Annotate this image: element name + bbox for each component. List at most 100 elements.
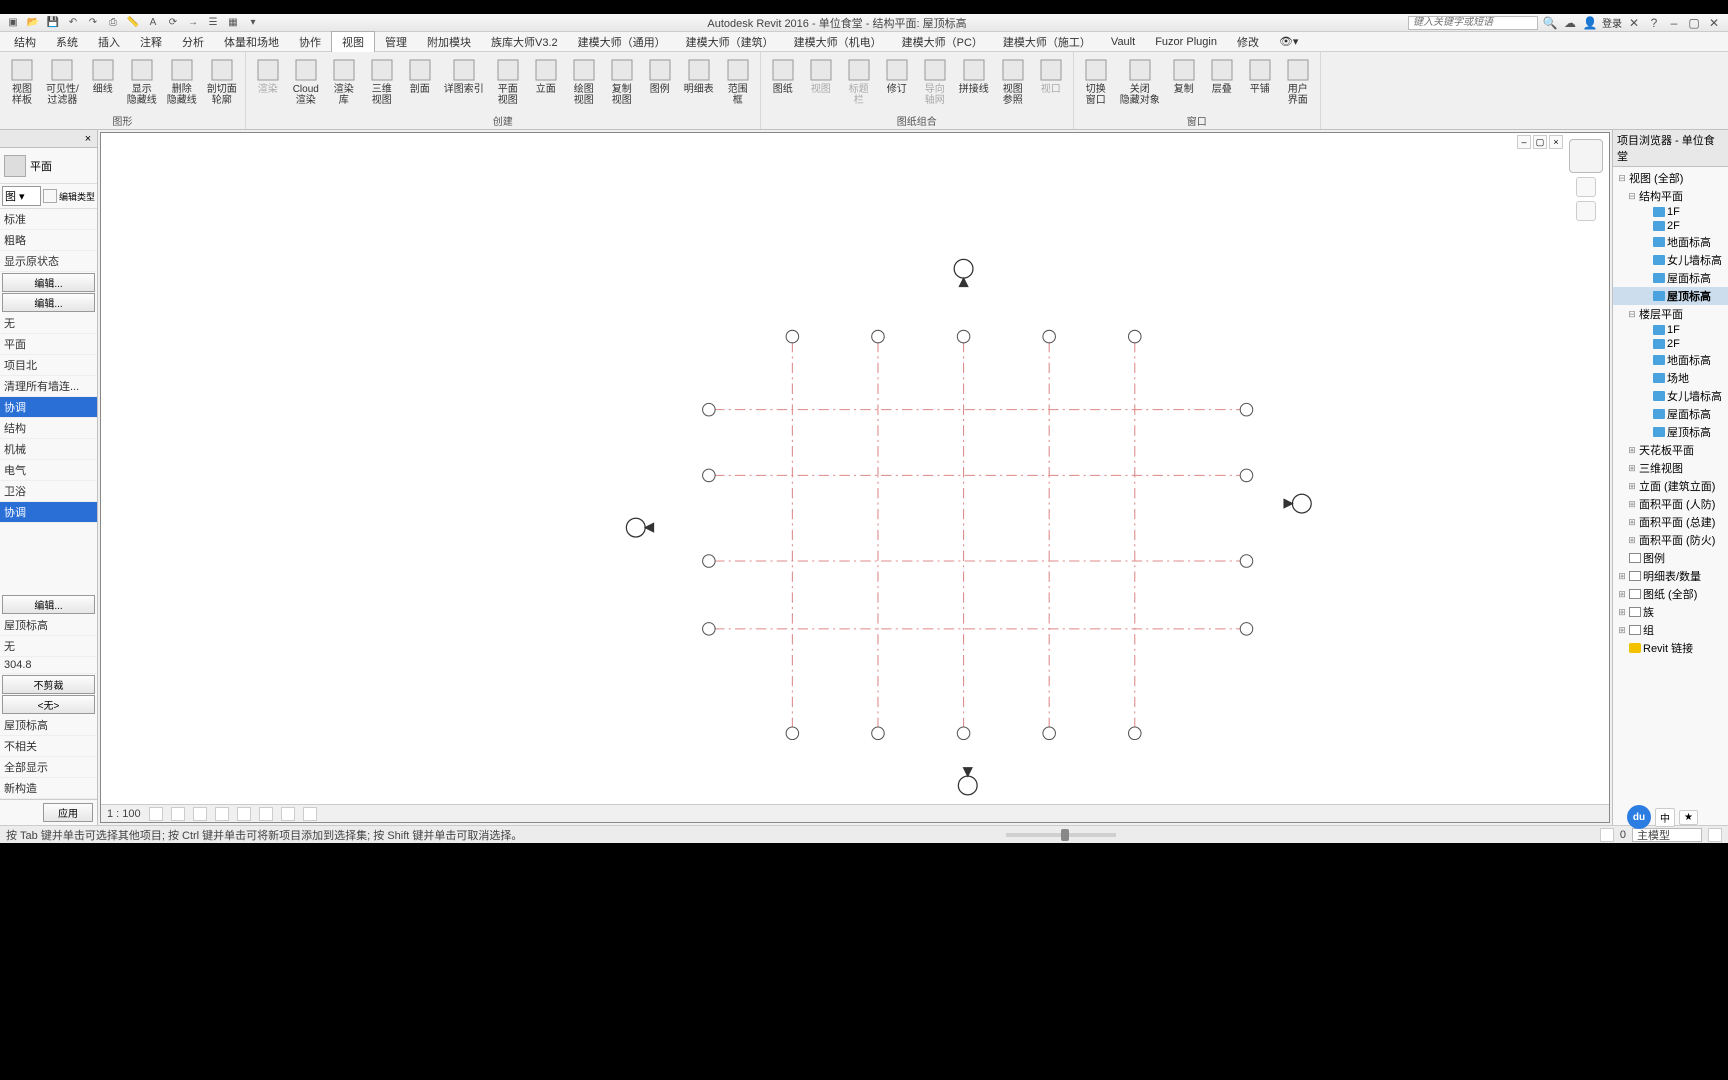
tab-6[interactable]: 协作 xyxy=(289,32,331,52)
tree-node[interactable]: 图例 xyxy=(1613,549,1728,567)
ribbon-btn[interactable]: 标题栏 xyxy=(841,54,877,108)
ribbon-btn[interactable]: 图例 xyxy=(642,54,678,97)
ribbon-btn[interactable]: 立面 xyxy=(528,54,564,97)
tab-18[interactable]: 修改 xyxy=(1227,32,1269,52)
arrow-icon[interactable]: → xyxy=(184,15,202,31)
tree-node[interactable]: 地面标高 xyxy=(1613,233,1728,251)
apply-button[interactable]: 应用 xyxy=(43,803,93,822)
all-show-row[interactable]: 全部显示 xyxy=(0,757,97,778)
list-icon[interactable]: ☰ xyxy=(204,15,222,31)
view-scale[interactable]: 1 : 100 xyxy=(107,808,141,820)
tab-15[interactable]: 建模大师（施工） xyxy=(993,32,1101,52)
tab-12[interactable]: 建模大师（建筑） xyxy=(676,32,784,52)
print-icon[interactable]: ⎙ xyxy=(104,15,122,31)
tree-node[interactable]: ⊞面积平面 (人防) xyxy=(1613,495,1728,513)
tab-8[interactable]: 管理 xyxy=(375,32,417,52)
tab-7[interactable]: 视图 xyxy=(331,31,375,53)
hide-icon[interactable] xyxy=(281,807,295,821)
property-row[interactable]: 304.8 xyxy=(0,657,97,674)
tab-16[interactable]: Vault xyxy=(1101,34,1145,50)
ribbon-btn[interactable]: 渲染库 xyxy=(326,54,362,108)
reveal-icon[interactable] xyxy=(303,807,317,821)
ribbon-btn[interactable]: 复制 xyxy=(1166,54,1202,97)
cloud-icon[interactable]: ☁ xyxy=(1562,15,1578,31)
ribbon-btn[interactable]: 细线 xyxy=(85,54,121,97)
property-row[interactable]: <无> xyxy=(2,695,95,714)
undo-icon[interactable]: ↶ xyxy=(64,15,82,31)
property-row[interactable]: 机械 xyxy=(0,439,97,460)
ribbon-btn[interactable]: 视图参照 xyxy=(995,54,1031,108)
ribbon-btn[interactable]: 绘图视图 xyxy=(566,54,602,108)
tree-node[interactable]: 场地 xyxy=(1613,369,1728,387)
ribbon-btn[interactable]: 三维视图 xyxy=(364,54,400,108)
tree-node[interactable]: Revit 链接 xyxy=(1613,639,1728,657)
property-row[interactable]: 电气 xyxy=(0,460,97,481)
ribbon-btn[interactable]: 切换窗口 xyxy=(1078,54,1114,108)
tree-node[interactable]: 屋顶标高 xyxy=(1613,423,1728,441)
ribbon-btn[interactable]: 图纸 xyxy=(765,54,801,97)
crop-region-icon[interactable] xyxy=(259,807,273,821)
property-row[interactable]: 标准 xyxy=(0,209,97,230)
ribbon-btn[interactable]: 复制视图 xyxy=(604,54,640,108)
tree-node[interactable]: ⊞天花板平面 xyxy=(1613,441,1728,459)
edit-type-icon[interactable] xyxy=(43,189,57,203)
tab-13[interactable]: 建模大师（机电） xyxy=(784,32,892,52)
design-option-dropdown[interactable]: 主模型 xyxy=(1632,828,1702,842)
sync-icon[interactable]: ⟳ xyxy=(164,15,182,31)
ribbon-btn[interactable]: 修订 xyxy=(879,54,915,97)
sun-path-icon[interactable] xyxy=(193,807,207,821)
property-row[interactable]: 无 xyxy=(0,636,97,657)
tree-node[interactable]: 屋面标高 xyxy=(1613,405,1728,423)
property-row[interactable]: 屋顶标高 xyxy=(0,715,97,736)
ribbon-btn[interactable]: 层叠 xyxy=(1204,54,1240,97)
crop-icon[interactable] xyxy=(237,807,251,821)
ribbon-btn[interactable]: 删除隐藏线 xyxy=(163,54,201,108)
ribbon-btn[interactable]: 剖面 xyxy=(402,54,438,97)
tree-node[interactable]: ⊞族 xyxy=(1613,603,1728,621)
ribbon-btn[interactable]: Cloud渲染 xyxy=(288,54,324,108)
property-row[interactable]: 平面 xyxy=(0,334,97,355)
ribbon-btn[interactable]: 显示隐藏线 xyxy=(123,54,161,108)
property-row[interactable]: 结构 xyxy=(0,418,97,439)
ime-lang[interactable]: 中 xyxy=(1655,808,1675,827)
property-row[interactable]: 无 xyxy=(0,313,97,334)
ribbon-btn[interactable]: 视图样板 xyxy=(4,54,40,108)
tab-14[interactable]: 建模大师（PC） xyxy=(892,32,993,52)
ribbon-btn[interactable]: 平面视图 xyxy=(490,54,526,108)
tree-node[interactable]: ⊟视图 (全部) xyxy=(1613,169,1728,187)
filter-icon[interactable] xyxy=(1708,828,1722,842)
tree-node[interactable]: 1F xyxy=(1613,323,1728,337)
tab-4[interactable]: 分析 xyxy=(172,32,214,52)
measure-icon[interactable]: 📏 xyxy=(124,15,142,31)
property-row[interactable]: 协调 xyxy=(0,502,97,523)
tab-1[interactable]: 系统 xyxy=(46,32,88,52)
ribbon-btn[interactable]: 用户界面 xyxy=(1280,54,1316,108)
tree-node[interactable]: 2F xyxy=(1613,337,1728,351)
new-construction-row[interactable]: 新构造 xyxy=(0,778,97,799)
tab-11[interactable]: 建模大师（通用） xyxy=(568,32,676,52)
tab-3[interactable]: 注释 xyxy=(130,32,172,52)
search-icon[interactable]: 🔍 xyxy=(1542,15,1558,31)
status-slider[interactable] xyxy=(1006,833,1116,837)
type-selector[interactable]: 平面 xyxy=(0,148,97,184)
property-row[interactable]: 不相关 xyxy=(0,736,97,757)
tree-node[interactable]: ⊞明细表/数量 xyxy=(1613,567,1728,585)
property-row[interactable]: 卫浴 xyxy=(0,481,97,502)
tree-node[interactable]: ⊞组 xyxy=(1613,621,1728,639)
exchange-icon[interactable]: ✕ xyxy=(1626,15,1642,31)
close-icon[interactable]: ✕ xyxy=(1706,15,1722,31)
minimize-icon[interactable]: – xyxy=(1666,15,1682,31)
property-row[interactable]: 清理所有墙连... xyxy=(0,376,97,397)
property-row[interactable]: 编辑... xyxy=(2,595,95,614)
tree-node[interactable]: ⊞立面 (建筑立面) xyxy=(1613,477,1728,495)
property-row[interactable]: 显示原状态 xyxy=(0,251,97,272)
ribbon-btn[interactable]: 剖切面轮廓 xyxy=(203,54,241,108)
text-icon[interactable]: A xyxy=(144,15,162,31)
tree-node[interactable]: 地面标高 xyxy=(1613,351,1728,369)
maximize-icon[interactable]: ▢ xyxy=(1686,15,1702,31)
ribbon-btn[interactable]: 视口 xyxy=(1033,54,1069,97)
ribbon-btn[interactable]: 明细表 xyxy=(680,54,718,97)
ribbon-btn[interactable]: 视图 xyxy=(803,54,839,97)
tree-node[interactable]: ⊟结构平面 xyxy=(1613,187,1728,205)
tab-5[interactable]: 体量和场地 xyxy=(214,32,289,52)
